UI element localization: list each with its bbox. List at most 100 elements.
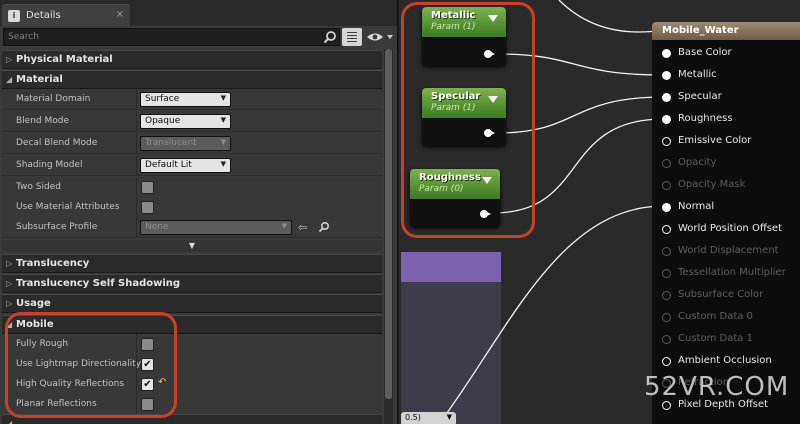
chevron-down-icon: ▼ — [188, 241, 196, 250]
divider — [136, 197, 137, 218]
category-label: Material — [16, 74, 63, 85]
category-usage[interactable]: ▷ Usage — [2, 294, 382, 313]
category-translucency[interactable]: ▷ Translucency — [2, 254, 382, 273]
category-material[interactable]: ◢ Material — [2, 70, 382, 89]
property-matrix-button[interactable] — [342, 28, 362, 46]
node-label: 0.5) — [405, 413, 421, 422]
input-pin[interactable] — [662, 291, 671, 300]
input-pin-label: Custom Data 1 — [678, 333, 753, 344]
output-pin[interactable] — [484, 50, 495, 58]
tab-bar: i Details × — [0, 0, 397, 26]
divider — [136, 133, 137, 154]
divider — [136, 334, 137, 355]
subsurface-profile-dropdown[interactable]: None ▼ — [140, 220, 292, 235]
property-row-shading-model: Shading Model Default Lit ▼ — [2, 155, 382, 176]
shading-model-dropdown[interactable]: Default Lit ▼ — [140, 158, 231, 173]
use-lightmap-directionality-checkbox[interactable]: ✔ — [141, 358, 154, 371]
use-selected-arrow-icon[interactable]: ⇦ — [298, 221, 307, 234]
use-material-attributes-checkbox[interactable] — [141, 201, 154, 214]
category-translucency-self-shadowing[interactable]: ▷ Translucency Self Shadowing — [2, 274, 382, 293]
dropdown-value: Opaque — [145, 116, 181, 126]
input-pin[interactable] — [662, 269, 671, 278]
expand-arrow-icon: ◢ — [6, 419, 13, 424]
output-pin[interactable] — [484, 129, 495, 137]
close-icon[interactable]: × — [116, 9, 124, 20]
input-pin[interactable] — [662, 71, 671, 80]
category-mobile[interactable]: ◢ Mobile — [2, 315, 382, 334]
input-pin[interactable] — [662, 93, 671, 102]
material-graph-canvas[interactable]: Metallic Param (1) Specular Param (1) Ro… — [399, 0, 800, 424]
category-label: Translucency Self Shadowing — [16, 278, 181, 289]
collapse-triangle-icon[interactable] — [482, 177, 492, 184]
node-header: Metallic Param (1) — [422, 7, 506, 37]
property-label: Fully Rough — [16, 339, 69, 349]
browse-search-icon[interactable] — [318, 221, 330, 233]
property-row-decal-blend-mode: Decal Blend Mode Translucent ▼ — [2, 133, 382, 154]
property-row-material-domain: Material Domain Surface ▼ — [2, 89, 382, 110]
high-quality-reflections-checkbox[interactable]: ✔ — [141, 378, 154, 391]
planar-reflections-checkbox[interactable] — [141, 398, 154, 411]
category-partially-visible[interactable]: ◢ — [2, 414, 382, 424]
reset-to-default-icon[interactable]: ↶ — [158, 377, 166, 388]
expand-arrow-icon: ▷ — [6, 259, 13, 268]
input-pin[interactable] — [662, 357, 671, 366]
chevron-down-icon: ▼ — [446, 413, 452, 421]
input-pin-label: Base Color — [678, 47, 732, 58]
input-pin[interactable] — [662, 49, 671, 58]
input-pin-label: Emissive Color — [678, 135, 752, 146]
material-result-node[interactable]: Mobile_Water Base Color Metallic Specular R… — [652, 22, 800, 424]
param-node-roughness[interactable]: Roughness Param (0) — [410, 169, 500, 226]
input-pin[interactable] — [662, 115, 671, 124]
input-pin[interactable] — [662, 247, 671, 256]
input-pin-label: Roughness — [678, 113, 733, 124]
category-label: Mobile — [16, 319, 54, 330]
dropdown-value: Surface — [145, 94, 180, 104]
two-sided-checkbox[interactable] — [141, 181, 154, 194]
property-row-use-material-attributes: Use Material Attributes — [2, 197, 382, 218]
input-pin[interactable] — [662, 313, 671, 322]
divider — [136, 177, 137, 198]
decal-blend-mode-dropdown[interactable]: Translucent ▼ — [140, 136, 231, 151]
input-pin-label: World Displacement — [678, 245, 779, 256]
material-domain-dropdown[interactable]: Surface ▼ — [140, 92, 231, 107]
tab-details[interactable]: i Details × — [2, 4, 130, 26]
param-node-metallic[interactable]: Metallic Param (1) — [422, 7, 506, 65]
chevron-down-icon: ▼ — [220, 138, 226, 146]
output-pin[interactable] — [480, 210, 491, 218]
chevron-down-icon: ▼ — [220, 160, 226, 168]
input-pin[interactable] — [662, 159, 671, 168]
blend-mode-dropdown[interactable]: Opaque ▼ — [140, 114, 231, 129]
collapse-triangle-icon[interactable] — [488, 15, 498, 22]
node-subtitle: Param (1) — [431, 22, 476, 32]
input-pin[interactable] — [662, 401, 671, 410]
category-physical-material[interactable]: ▷ Physical Material — [2, 50, 382, 69]
input-pin[interactable] — [662, 181, 671, 190]
input-pin[interactable] — [662, 137, 671, 146]
input-pin[interactable] — [662, 225, 671, 234]
advanced-expander[interactable]: ▼ — [2, 240, 382, 252]
divider — [136, 354, 137, 375]
scrollbar[interactable] — [384, 49, 393, 424]
scrollbar-thumb[interactable] — [385, 49, 392, 399]
property-label: Use Lightmap Directionality — [16, 359, 142, 369]
view-options-eye-icon[interactable] — [366, 30, 394, 44]
property-label: Use Material Attributes — [16, 202, 120, 212]
property-row-planar-reflections: Planar Reflections — [2, 394, 382, 415]
category-label: Translucency — [16, 258, 90, 269]
search-input[interactable]: Search — [3, 28, 340, 46]
input-pin[interactable] — [662, 203, 671, 212]
property-row-two-sided: Two Sided — [2, 177, 382, 198]
fully-rough-checkbox[interactable] — [141, 338, 154, 351]
expand-arrow-icon: ▷ — [6, 279, 13, 288]
collapsed-node[interactable]: 0.5) ▼ — [401, 412, 456, 424]
collapse-arrow-icon: ◢ — [6, 320, 13, 329]
input-pin[interactable] — [662, 335, 671, 344]
property-label: Decal Blend Mode — [16, 138, 98, 148]
divider — [136, 217, 137, 238]
property-label: Two Sided — [16, 182, 61, 192]
dropdown-value: Translucent — [145, 138, 197, 148]
input-pin-label: Custom Data 0 — [678, 311, 753, 322]
param-node-specular[interactable]: Specular Param (1) — [422, 88, 506, 145]
search-icon[interactable] — [323, 30, 337, 44]
collapse-triangle-icon[interactable] — [488, 96, 498, 103]
